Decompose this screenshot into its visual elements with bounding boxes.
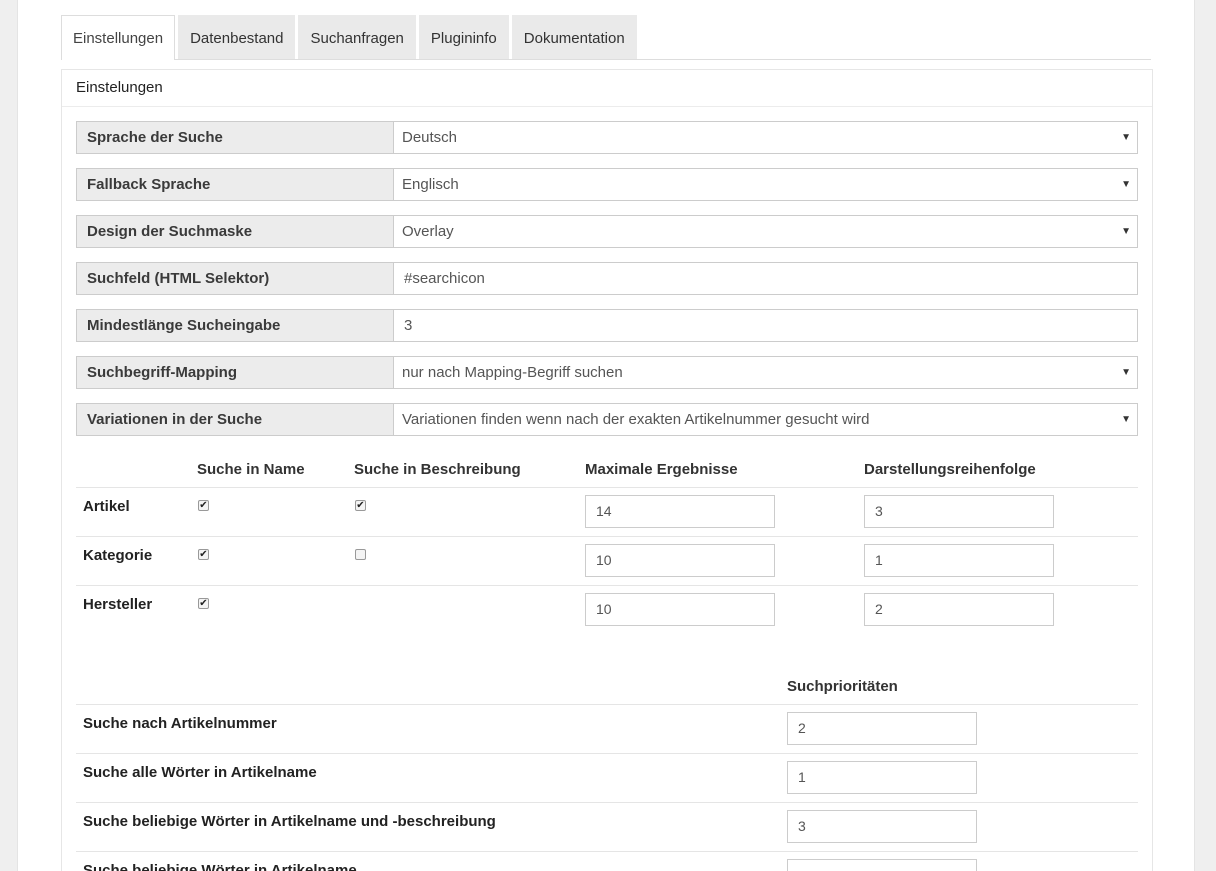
setting-label: Design der Suchmaske [76, 215, 394, 248]
divider [76, 753, 1138, 754]
select-value: Englisch [402, 176, 459, 193]
row-label-hersteller: Hersteller [83, 596, 153, 613]
page: Einstellungen Datenbestand Suchanfragen … [17, 0, 1195, 871]
header-suche-in-name: Suche in Name [197, 461, 305, 478]
hersteller-max-results-input[interactable]: 10 [585, 593, 775, 626]
kategorie-desc-checkbox[interactable] [355, 549, 366, 560]
setting-row-suchfeld: Suchfeld (HTML Selektor) #searchicon [76, 262, 1138, 295]
header-suche-in-beschreibung: Suche in Beschreibung [354, 461, 521, 478]
priority-label: Suche beliebige Wörter in Artikelname [83, 862, 357, 871]
priority-artikelnummer-input[interactable]: 2 [787, 712, 977, 745]
setting-label: Suchfeld (HTML Selektor) [76, 262, 394, 295]
setting-row-sprache: Sprache der Suche Deutsch ▼ [76, 121, 1138, 154]
priority-label: Suche beliebige Wörter in Artikelname un… [83, 813, 496, 830]
tab-suchanfragen[interactable]: Suchanfragen [298, 15, 416, 59]
chevron-down-icon: ▼ [1121, 367, 1131, 378]
mapping-select[interactable]: nur nach Mapping-Begriff suchen ▼ [394, 356, 1138, 389]
divider [76, 851, 1138, 852]
setting-row-mindestlaenge: Mindestlänge Sucheingabe 3 [76, 309, 1138, 342]
kategorie-name-checkbox[interactable]: ✔ [198, 549, 209, 560]
tab-einstellungen[interactable]: Einstellungen [61, 15, 176, 60]
artikel-desc-checkbox[interactable]: ✔ [355, 500, 366, 511]
select-value: nur nach Mapping-Begriff suchen [402, 364, 623, 381]
select-value: Overlay [402, 223, 454, 240]
priority-label: Suche nach Artikelnummer [83, 715, 277, 732]
hersteller-order-input[interactable]: 2 [864, 593, 1054, 626]
kategorie-order-input[interactable]: 1 [864, 544, 1054, 577]
chevron-down-icon: ▼ [1121, 179, 1131, 190]
setting-label: Mindestlänge Sucheingabe [76, 309, 394, 342]
divider [76, 704, 1138, 705]
chevron-down-icon: ▼ [1121, 226, 1131, 237]
tab-datenbestand[interactable]: Datenbestand [178, 15, 296, 59]
select-value: Deutsch [402, 129, 458, 146]
tab-dokumentation[interactable]: Dokumentation [511, 15, 637, 59]
setting-label: Variationen in der Suche [76, 403, 394, 436]
setting-label: Sprache der Suche [76, 121, 394, 154]
setting-row-design: Design der Suchmaske Overlay ▼ [76, 215, 1138, 248]
header-maximale-ergebnisse: Maximale Ergebnisse [585, 461, 738, 478]
setting-row-variationen: Variationen in der Suche Variationen fin… [76, 403, 1138, 436]
tab-plugininfo[interactable]: Plugininfo [418, 15, 509, 59]
select-value: Variationen finden wenn nach der exakten… [402, 411, 870, 428]
artikel-max-results-input[interactable]: 14 [585, 495, 775, 528]
priority-alle-woerter-input[interactable]: 1 [787, 761, 977, 794]
divider [76, 487, 1138, 488]
priority-beliebige-name-desc-input[interactable]: 3 [787, 810, 977, 843]
priority-label: Suche alle Wörter in Artikelname [83, 764, 317, 781]
setting-row-fallback: Fallback Sprache Englisch ▼ [76, 168, 1138, 201]
setting-label: Fallback Sprache [76, 168, 394, 201]
hersteller-name-checkbox[interactable]: ✔ [198, 598, 209, 609]
chevron-down-icon: ▼ [1121, 132, 1131, 143]
variationen-select[interactable]: Variationen finden wenn nach der exakten… [394, 403, 1138, 436]
mindestlaenge-input[interactable]: 3 [394, 309, 1138, 342]
artikel-order-input[interactable]: 3 [864, 495, 1054, 528]
panel-title: Einstelungen [62, 70, 1152, 107]
suchfeld-input[interactable]: #searchicon [394, 262, 1138, 295]
tab-bar: Einstellungen Datenbestand Suchanfragen … [61, 15, 1151, 60]
setting-label: Suchbegriff-Mapping [76, 356, 394, 389]
row-label-artikel: Artikel [83, 498, 130, 515]
divider [76, 802, 1138, 803]
chevron-down-icon: ▼ [1121, 414, 1131, 425]
fallback-select[interactable]: Englisch ▼ [394, 168, 1138, 201]
priority-beliebige-name-input[interactable] [787, 859, 977, 871]
settings-panel: Einstelungen Sprache der Suche Deutsch ▼ … [61, 69, 1153, 871]
divider [76, 536, 1138, 537]
divider [76, 585, 1138, 586]
sprache-select[interactable]: Deutsch ▼ [394, 121, 1138, 154]
row-label-kategorie: Kategorie [83, 547, 153, 564]
header-darstellungsreihenfolge: Darstellungsreihenfolge [864, 461, 1036, 478]
header-suchprioritaeten: Suchprioritäten [787, 678, 898, 695]
artikel-name-checkbox[interactable]: ✔ [198, 500, 209, 511]
kategorie-max-results-input[interactable]: 10 [585, 544, 775, 577]
design-select[interactable]: Overlay ▼ [394, 215, 1138, 248]
setting-row-mapping: Suchbegriff-Mapping nur nach Mapping-Beg… [76, 356, 1138, 389]
